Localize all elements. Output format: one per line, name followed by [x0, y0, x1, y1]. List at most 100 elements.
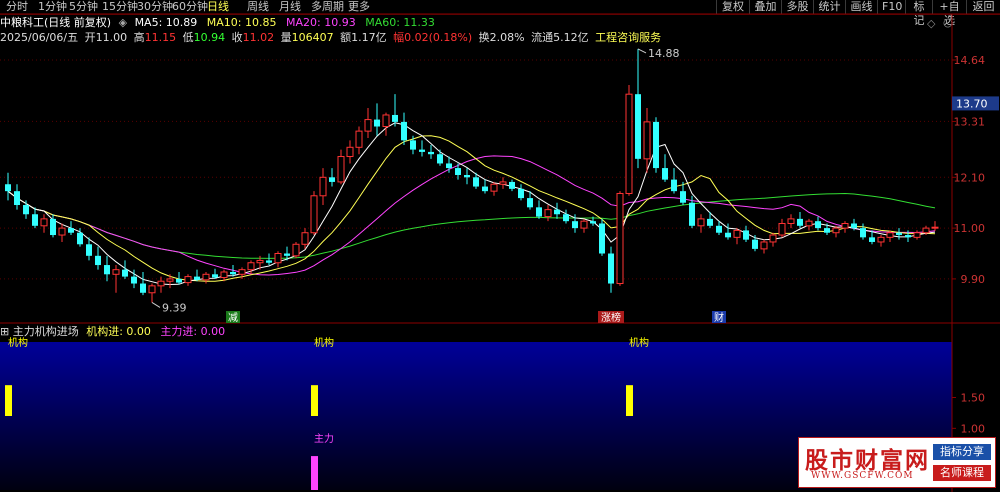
candle-body — [50, 218, 56, 236]
candle-body — [401, 121, 407, 141]
candle-body — [230, 271, 236, 275]
candle-body — [194, 276, 200, 280]
candle-body — [355, 130, 363, 148]
candle-body — [707, 218, 713, 226]
candle-body — [896, 232, 902, 236]
candle-body — [329, 177, 335, 182]
candle-body — [184, 276, 192, 284]
candle-body — [697, 218, 705, 227]
ind-y-tick-label: 1.50 — [961, 392, 986, 405]
candle-body — [905, 235, 911, 238]
stock-chart[interactable]: 机构 机构 机构主力 14.64 13.31 12.10 11.00 9.90 13.70 14… — [0, 0, 1000, 492]
candle-body — [616, 192, 624, 285]
candle-body — [274, 253, 282, 264]
candle-body — [374, 119, 380, 127]
y-tick-label: 13.31 — [954, 115, 986, 128]
candle-body — [680, 191, 686, 203]
candle-body — [23, 205, 29, 215]
candle-body — [797, 218, 803, 226]
y-tick-label: 14.64 — [954, 54, 986, 67]
candle-body — [689, 202, 695, 226]
logo-tag-course: 名师课程 — [933, 465, 991, 481]
indicator-bar-label: 机构 — [629, 336, 649, 349]
indicator-bar — [626, 385, 633, 416]
candle-body — [815, 221, 821, 229]
candle-body — [310, 195, 318, 234]
event-marker[interactable]: 涨榜 — [601, 311, 621, 324]
candle-body — [301, 232, 309, 245]
candle-body — [869, 237, 875, 242]
candle-body — [563, 214, 569, 222]
candle-body — [104, 265, 110, 275]
candle-body — [202, 273, 210, 281]
candle-body — [743, 230, 749, 240]
candle-body — [122, 269, 128, 277]
candle-body — [518, 188, 524, 199]
candle-body — [319, 176, 327, 197]
candle-body — [166, 278, 174, 282]
candle-body — [499, 181, 507, 185]
event-marker[interactable]: 财 — [714, 311, 724, 324]
candle-body — [148, 285, 156, 294]
candle-body — [733, 229, 741, 238]
ma10-line — [7, 135, 936, 282]
event-marker[interactable]: 减 — [228, 312, 238, 324]
candle-body — [860, 228, 866, 238]
candle-body — [437, 154, 443, 164]
candle-body — [922, 227, 930, 234]
candle-body — [544, 209, 552, 218]
current-price-label: 13.70 — [956, 97, 988, 110]
low-annotation: 9.39 — [162, 301, 187, 314]
candle-body — [140, 283, 146, 293]
candle-body — [112, 269, 120, 275]
candle-body — [769, 234, 777, 243]
candle-body — [95, 255, 101, 266]
indicator-bar — [311, 456, 318, 490]
candle-body — [220, 271, 228, 279]
candle-body — [473, 177, 479, 187]
indicator-bar-label: 主力 — [314, 432, 334, 445]
candle-body — [86, 244, 92, 256]
candle-body — [346, 146, 354, 158]
ma5-line — [7, 122, 936, 286]
candle-body — [5, 184, 11, 192]
candle-body — [68, 228, 74, 233]
candle-body — [851, 223, 857, 229]
candle-body — [725, 232, 731, 238]
candle-body — [446, 163, 452, 169]
candle-body — [662, 168, 668, 180]
candle-body — [608, 253, 614, 284]
indicator-bar — [311, 385, 318, 416]
candle-body — [716, 225, 722, 233]
candle-body — [455, 168, 461, 175]
candle-body — [337, 156, 345, 183]
candle-body — [778, 222, 786, 236]
ind-y-tick-label: 1.00 — [961, 422, 986, 435]
indicator-bar-label: 机构 — [314, 336, 334, 349]
y-tick-label: 11.00 — [954, 222, 986, 235]
candle-body — [58, 227, 66, 236]
candle-body — [527, 198, 533, 208]
high-annotation: 14.88 — [648, 47, 680, 60]
candle-body — [266, 260, 272, 263]
candle-body — [428, 151, 434, 155]
candle-body — [824, 228, 830, 233]
candle-body — [77, 232, 83, 245]
candle-body — [392, 114, 398, 122]
candle-body — [580, 220, 588, 229]
candle-body — [490, 183, 498, 192]
candle-body — [176, 278, 182, 283]
candle-body — [238, 269, 246, 275]
candle-body — [886, 232, 894, 238]
candle-body — [32, 214, 38, 226]
indicator-bar — [5, 385, 12, 416]
candle-body — [419, 149, 425, 152]
candle-body — [599, 223, 605, 254]
logo-mark: 股市财富网 — [805, 447, 930, 474]
candle-body — [572, 221, 578, 229]
ma60-line — [7, 190, 936, 259]
candle-body — [913, 232, 921, 238]
candle-body — [554, 209, 560, 215]
candle-body — [256, 259, 264, 264]
logo-url: WWW.GSCFW.COM — [811, 471, 914, 481]
